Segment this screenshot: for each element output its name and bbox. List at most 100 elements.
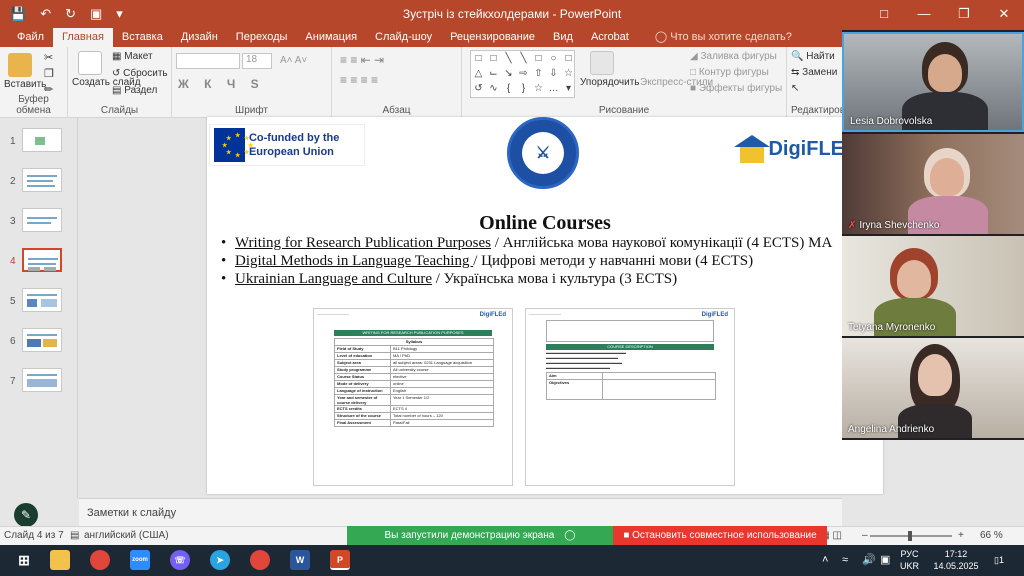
minimize-icon[interactable]: — [904, 0, 944, 27]
thumbnail-image [22, 168, 62, 192]
word-icon[interactable]: W [290, 550, 310, 570]
shape-outline-button[interactable]: □ Контур фигуры [690, 67, 769, 78]
eu-logo-text: Co-funded by the European Union [248, 132, 340, 158]
zoom-slider-knob[interactable] [908, 531, 912, 541]
thumbnail-4[interactable]: 4 [0, 248, 78, 276]
thumbnail-image [22, 248, 62, 272]
notes-pane[interactable]: Заметки к слайду [79, 498, 842, 526]
maximize-icon[interactable]: ❐ [944, 0, 984, 27]
chrome-icon[interactable] [90, 550, 110, 570]
tab-design[interactable]: Дизайн [172, 28, 227, 47]
zoom-app-icon[interactable]: zoom [130, 550, 150, 570]
zoom-out-button[interactable]: – [862, 530, 868, 541]
thumbnail-image [22, 128, 62, 152]
outline-label: Контур фигуры [698, 67, 769, 78]
paste-icon[interactable] [8, 53, 32, 77]
reset-icon: ↺ [112, 68, 124, 79]
close-icon[interactable]: ✕ [984, 0, 1024, 27]
speaker-icon[interactable]: 🔊 [862, 554, 876, 566]
course-ua-title: / Цифрові методи у навчанні мови (4 ECTS… [473, 253, 754, 269]
table-value: Total number of hours – 120 [390, 412, 494, 420]
thumbnail-2[interactable]: 2 [0, 168, 78, 196]
thumbnail-6[interactable]: 6 [0, 328, 78, 356]
thumbnail-1[interactable]: 1 [0, 128, 78, 156]
reset-button[interactable]: ↺ Сбросить [112, 68, 168, 79]
syllabus-screenshot-left: ———————— DigiFLEd WRITING FOR RESEARCH P… [313, 308, 513, 486]
battery-icon[interactable]: ▣ [880, 554, 890, 566]
paste-button[interactable]: Вставить [4, 79, 46, 90]
zoom-level[interactable]: 66 % [980, 530, 1003, 541]
table-key: Structure of the course [334, 412, 391, 420]
syllabus-screenshot-right: ———————— DigiFLEd COURSE DESCRIPTION ▬▬▬… [525, 308, 735, 486]
arrange-icon[interactable] [590, 51, 614, 75]
shape-fill-button[interactable]: ◢ Заливка фигуры [690, 51, 777, 62]
thumbnail-number: 3 [10, 216, 16, 227]
viber-icon[interactable]: ☏ [170, 550, 190, 570]
undo-icon[interactable]: ↶ [40, 6, 51, 22]
tab-slideshow[interactable]: Слайд-шоу [366, 28, 441, 47]
present-icon[interactable]: ▣ [90, 6, 102, 22]
chevron-up-icon[interactable]: ˄ [822, 554, 828, 566]
chrome-profile-icon[interactable] [250, 550, 270, 570]
font-size-select[interactable]: 18 [242, 53, 272, 69]
pen-icon[interactable]: ✎ [14, 503, 38, 527]
grow-font-icon[interactable]: A˄ A˅ [280, 55, 307, 66]
participant-tile[interactable]: ✗ Iryna Shevchenko [842, 134, 1024, 234]
network-icon[interactable]: ≈ [842, 554, 848, 566]
zoom-slider[interactable] [870, 531, 952, 541]
participant-name: Tetyana Myronenko [848, 322, 936, 333]
participant-tile[interactable]: Angelina Andrienko [842, 338, 1024, 438]
list-icons[interactable]: ≡ ≡ ⇤ ⇥ [340, 53, 384, 67]
table-value: MA / PhD [390, 352, 494, 360]
table-row: Course Status elective [334, 373, 494, 381]
format-buttons[interactable]: Ж К Ч S [178, 77, 265, 91]
arrange-button[interactable]: Упорядочить [580, 77, 640, 88]
participant-tile[interactable]: Tetyana Myronenko [842, 236, 1024, 336]
thumbnail-7[interactable]: 7 [0, 368, 78, 396]
redo-icon[interactable]: ↻ [65, 6, 76, 22]
telegram-icon[interactable]: ➤ [210, 550, 230, 570]
tab-acrobat[interactable]: Acrobat [582, 28, 638, 47]
tab-file[interactable]: Файл [8, 28, 53, 47]
notification-icon[interactable]: ▯1 [994, 554, 1004, 566]
shapes-gallery[interactable]: □ □ ╲ ╲ □ ○ □ △ ⌙ ↘ ⇨ ⇧ ⇩ ☆ ↺ ∿{} ☆… ▾ [470, 50, 575, 98]
section-label: Раздел [124, 85, 158, 96]
thumbnail-5[interactable]: 5 [0, 288, 78, 316]
windows-start-icon[interactable]: ⊞ [14, 550, 34, 570]
customize-icon[interactable]: ▾ [116, 6, 123, 22]
language-indicator[interactable]: РУС UKR [900, 548, 919, 572]
thumbnail-3[interactable]: 3 [0, 208, 78, 236]
tab-view[interactable]: Вид [544, 28, 582, 47]
font-family-select[interactable] [176, 53, 240, 69]
participant-tile[interactable]: Lesia Dobrovolska [842, 32, 1024, 132]
tab-animations[interactable]: Анимация [296, 28, 366, 47]
shape-effects-button[interactable]: ■ Эффекты фигуры [690, 83, 782, 94]
section-button[interactable]: ▤ Раздел [112, 85, 157, 96]
align-icons[interactable]: ≡ ≡ ≡ ≡ [340, 73, 378, 87]
find-button[interactable]: 🔍 Найти [791, 51, 835, 62]
spellcheck-icon[interactable]: ▤ [70, 530, 79, 541]
replace-button[interactable]: ⇆ Замени [791, 67, 837, 78]
layout-button[interactable]: ▦ Макет [112, 51, 153, 62]
course-ua-title: / Українська мова і культура (3 ECTS) [432, 271, 678, 287]
copy-icon[interactable]: ❐ [44, 67, 54, 80]
tell-me-input[interactable]: ◯ Что вы хотите сделать? [646, 28, 801, 47]
new-slide-icon[interactable] [78, 51, 102, 75]
zoom-in-button[interactable]: + [958, 530, 964, 541]
tab-review[interactable]: Рецензирование [441, 28, 544, 47]
eu-logo: ★ ★ ★ ★ ★ ★ ★ ★ Co-funded by the European Union [209, 124, 365, 166]
ribbon-display-icon[interactable]: □ [864, 0, 904, 27]
tab-insert[interactable]: Вставка [113, 28, 172, 47]
tab-transitions[interactable]: Переходы [227, 28, 297, 47]
save-icon[interactable]: 💾 [10, 6, 26, 22]
stop-sharing-button[interactable]: ■ Остановить совместное использование [613, 526, 827, 545]
powerpoint-icon[interactable]: P [330, 550, 350, 570]
clock[interactable]: 17:12 14.05.2025 [930, 548, 982, 572]
tab-home[interactable]: Главная [53, 28, 113, 47]
current-slide[interactable]: ★ ★ ★ ★ ★ ★ ★ ★ Co-funded by the European Union… [207, 117, 883, 494]
language-status[interactable]: английский (США) [84, 530, 169, 541]
table-value [602, 372, 716, 380]
select-button[interactable]: ↖ [791, 83, 799, 94]
cut-icon[interactable]: ✂ [44, 51, 53, 64]
file-explorer-icon[interactable] [50, 550, 70, 570]
